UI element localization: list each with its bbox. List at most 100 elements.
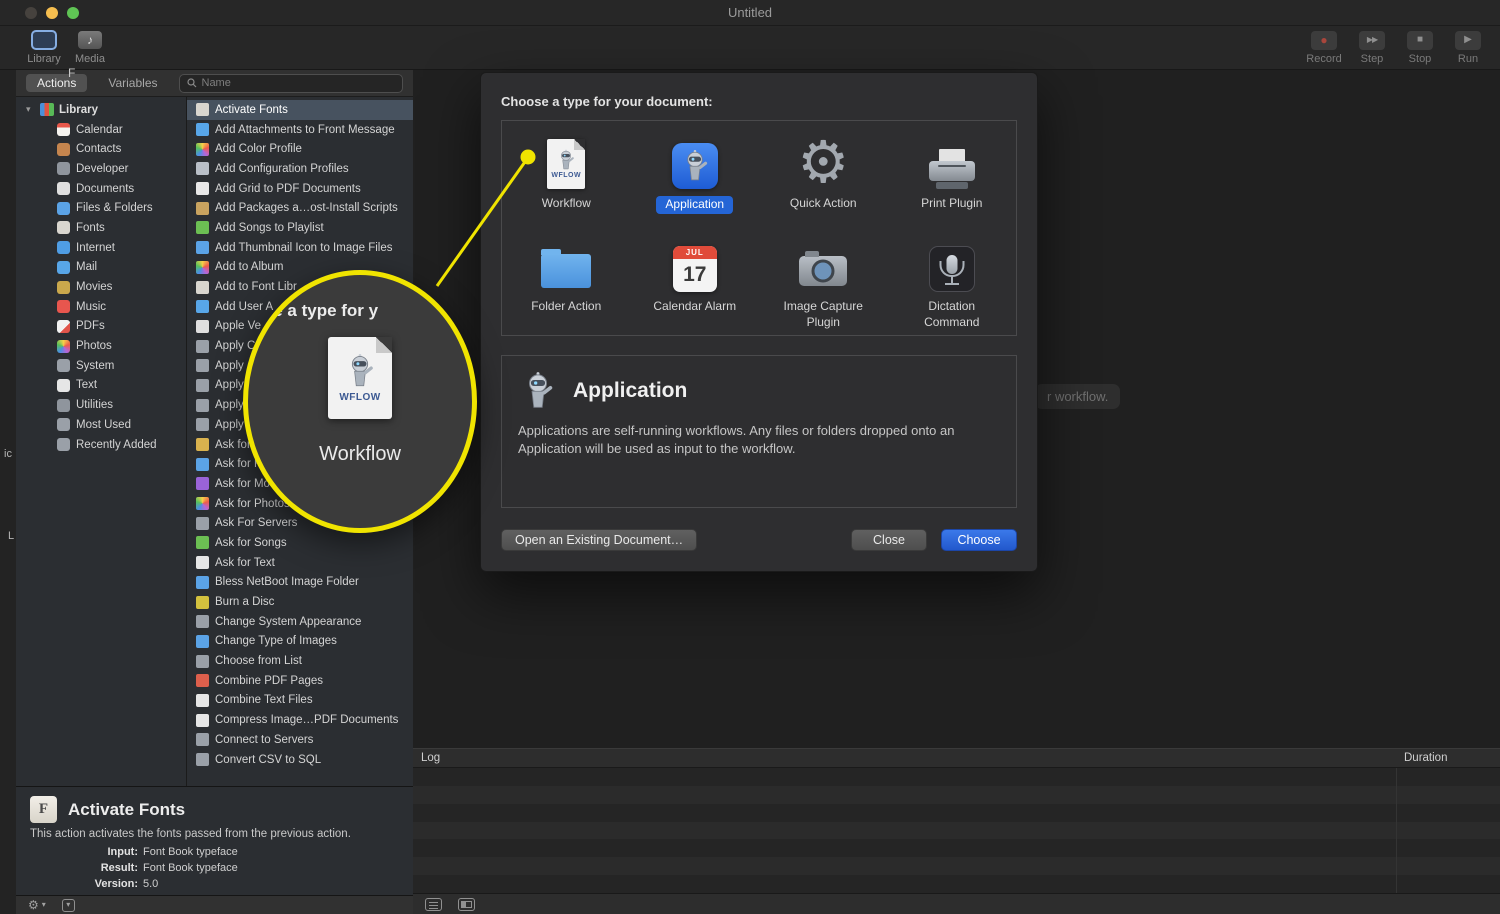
stop-icon: ■ [1407,30,1433,50]
sidebar-item[interactable]: Music [16,297,186,317]
sidebar-item[interactable]: Photos [16,336,186,356]
type-dictation-command[interactable]: Dictation Command [888,228,1017,331]
step-button-label: Step [1360,53,1384,65]
action-icon [196,162,209,176]
sidebar-item[interactable]: Calendar [16,120,186,140]
tab-variables[interactable]: Variables [97,74,168,92]
panel-footer: ⚙ ▾ ▾ [16,895,413,914]
detail-field: Version: 5.0 [30,876,399,892]
background-fragment: F [68,66,76,80]
sidebar-item[interactable]: Utilities [16,395,186,415]
action-icon [196,398,209,412]
action-row[interactable]: Add Configuration Profiles [187,159,413,179]
type-image-capture-plugin[interactable]: Image Capture Plugin [759,228,888,331]
action-row[interactable]: Convert CSV to SQL [187,750,413,770]
sidebar-item[interactable]: Most Used [16,415,186,435]
category-icon [57,359,70,373]
record-button[interactable]: ● Record [1306,29,1342,65]
action-row[interactable]: Bless NetBoot Image Folder [187,573,413,593]
media-button[interactable]: ♪ Media [72,29,108,65]
action-row[interactable]: Add Grid to PDF Documents [187,179,413,199]
action-row[interactable]: Ask for Songs [187,533,413,553]
list-view-toggle-button[interactable] [425,897,442,911]
action-row[interactable]: Add Packages a…ost-Install Scripts [187,198,413,218]
search-field[interactable] [178,73,403,93]
stop-button[interactable]: ■ Stop [1402,29,1438,65]
wflow-zoom-badge: WFLOW [339,392,381,403]
action-row[interactable]: Add Songs to Playlist [187,218,413,238]
type-calendar-alarm[interactable]: JUL 17 Calendar Alarm [631,228,760,331]
columns-view-toggle-button[interactable] [458,897,475,911]
library-icon [31,30,57,50]
sidebar-item-label: Text [76,379,98,392]
sidebar-item[interactable]: Text [16,376,186,396]
sidebar-item-label: Mail [76,261,98,274]
action-row[interactable]: Choose from List [187,651,413,671]
workflow-zoom-icon: WFLOW [328,337,392,419]
action-row[interactable]: Add Color Profile [187,139,413,159]
sidebar-item[interactable]: Fonts [16,218,186,238]
field-label: Result: [100,862,138,874]
action-row[interactable]: Add Thumbnail Icon to Image Files [187,238,413,258]
disclosure-triangle-icon[interactable]: ▾ [26,104,35,115]
callout-partial-heading: oose a type for y [243,301,379,320]
action-row[interactable]: Add Attachments to Front Message [187,120,413,140]
run-button[interactable]: ▶ Run [1450,29,1486,65]
detail-field: Input: Font Book typeface [30,844,399,860]
close-dialog-button[interactable]: Close [851,529,927,551]
action-row[interactable]: Combine Text Files [187,691,413,711]
search-input[interactable] [201,77,395,89]
action-icon [196,654,209,668]
action-row[interactable]: Combine PDF Pages [187,671,413,691]
type-application[interactable]: Application [631,125,760,228]
action-row[interactable]: Ask for Text [187,553,413,573]
sidebar-item-label: Developer [76,162,129,175]
action-menu-button[interactable]: ⚙ ▾ [28,899,46,911]
callout-magnifier-circle: oose a type for y WFLOW Workflow [243,270,477,533]
show-when-run-toggle[interactable]: ▾ [61,898,75,912]
sidebar-item[interactable]: Recently Added [16,435,186,455]
sidebar-item-label: Fonts [76,221,105,234]
sidebar-item[interactable]: Developer [16,159,186,179]
sidebar-item[interactable]: Mail [16,258,186,278]
sidebar-item[interactable]: Contacts [16,139,186,159]
action-label: Combine PDF Pages [215,674,324,687]
sidebar-item[interactable]: System [16,356,186,376]
print-plugin-icon [928,149,975,189]
action-row[interactable]: Activate Fonts [187,100,413,120]
sidebar-item-library[interactable]: ▾ Library [16,100,186,120]
action-row[interactable]: Burn a Disc [187,592,413,612]
action-detail-panel: Activate Fonts This action activates the… [16,786,413,895]
sidebar-item[interactable]: PDFs [16,317,186,337]
open-existing-document-button[interactable]: Open an Existing Document… [501,529,698,551]
library-button[interactable]: Library [26,29,62,65]
action-icon [196,457,209,471]
type-quick-action[interactable]: ⚙ Quick Action [759,125,888,228]
window-title: Untitled [727,5,773,20]
field-value: Font Book typeface [143,862,238,874]
quick-action-gear-icon: ⚙ [797,129,850,195]
category-icon [57,300,70,314]
sidebar-item[interactable]: Files & Folders [16,198,186,218]
action-icon [196,516,209,530]
sidebar-item[interactable]: Movies [16,277,186,297]
action-row[interactable]: Compress Image…PDF Documents [187,710,413,730]
choose-button[interactable]: Choose [941,529,1017,551]
sidebar-item[interactable]: Internet [16,238,186,258]
action-row[interactable]: Connect to Servers [187,730,413,750]
log-rows [413,768,1500,894]
log-column-divider [1396,768,1397,893]
type-print-plugin[interactable]: Print Plugin [888,125,1017,228]
step-button[interactable]: ▶▶ Step [1354,29,1390,65]
sidebar-item[interactable]: Documents [16,179,186,199]
mic-base [944,283,959,285]
type-workflow[interactable]: WFLOW Workflow [502,125,631,228]
action-row[interactable]: Change Type of Images [187,632,413,652]
action-icon [196,103,209,117]
action-label: Add to Album [215,261,284,274]
tab-actions[interactable]: Actions [26,74,88,92]
gear-icon: ⚙ [28,898,39,912]
action-row[interactable]: Change System Appearance [187,612,413,632]
type-folder-action[interactable]: Folder Action [502,228,631,331]
printer-tray [935,182,968,189]
